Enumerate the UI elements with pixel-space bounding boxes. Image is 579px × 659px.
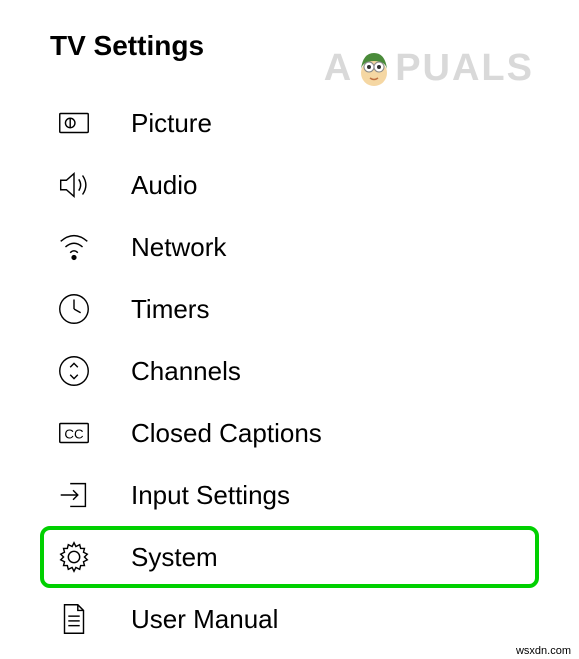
timers-icon <box>52 287 96 331</box>
menu-item-label: Channels <box>131 356 241 387</box>
menu-item-audio[interactable]: Audio <box>50 154 579 216</box>
channels-icon <box>52 349 96 393</box>
menu-item-label: Closed Captions <box>131 418 322 449</box>
settings-menu: Picture Audio Network <box>50 92 579 650</box>
menu-item-label: Audio <box>131 170 198 201</box>
menu-item-label: Timers <box>131 294 209 325</box>
svg-text:CC: CC <box>64 427 84 442</box>
watermark-logo: A PUALS <box>324 45 534 91</box>
mascot-icon <box>351 45 397 91</box>
credit-text: wsxdn.com <box>516 645 571 657</box>
network-icon <box>52 225 96 269</box>
menu-item-system[interactable]: System <box>40 526 539 588</box>
menu-item-channels[interactable]: Channels <box>50 340 579 402</box>
menu-item-label: System <box>131 542 218 573</box>
system-icon <box>52 535 96 579</box>
watermark-suffix: PUALS <box>395 47 534 90</box>
menu-item-user-manual[interactable]: User Manual <box>50 588 579 650</box>
audio-icon <box>52 163 96 207</box>
menu-item-input-settings[interactable]: Input Settings <box>50 464 579 526</box>
picture-icon <box>52 101 96 145</box>
user-manual-icon <box>52 597 96 641</box>
menu-item-network[interactable]: Network <box>50 216 579 278</box>
menu-item-label: Input Settings <box>131 480 290 511</box>
menu-item-closed-captions[interactable]: CC Closed Captions <box>50 402 579 464</box>
input-settings-icon <box>52 473 96 517</box>
menu-item-label: User Manual <box>131 604 278 635</box>
watermark-prefix: A <box>324 47 353 90</box>
menu-item-timers[interactable]: Timers <box>50 278 579 340</box>
menu-item-label: Picture <box>131 108 212 139</box>
menu-item-picture[interactable]: Picture <box>50 92 579 154</box>
menu-item-label: Network <box>131 232 226 263</box>
closed-captions-icon: CC <box>52 411 96 455</box>
